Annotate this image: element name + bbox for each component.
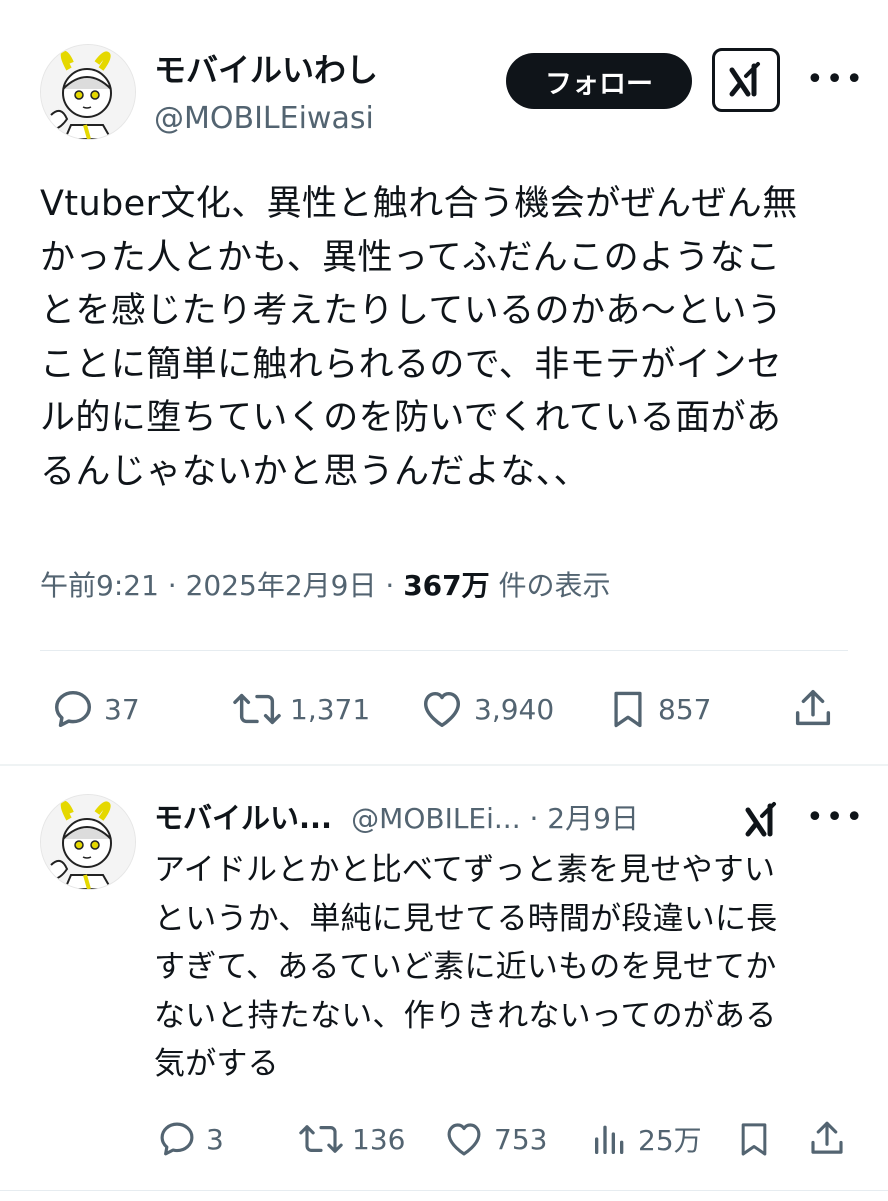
reply-reply-button[interactable]: 3	[156, 1118, 224, 1160]
reply-bookmark-button[interactable]	[734, 1118, 774, 1160]
reply-views-button[interactable]: 25万	[590, 1118, 702, 1160]
reply-like-button[interactable]: 753	[442, 1118, 547, 1160]
reply-reply-count: 3	[206, 1122, 224, 1156]
views-icon	[595, 1125, 624, 1154]
follow-button[interactable]: フォロー	[506, 53, 692, 109]
bookmark-count: 857	[658, 692, 712, 726]
divider	[40, 650, 848, 651]
meta-separator: ·	[158, 569, 186, 602]
share-icon	[811, 1121, 843, 1154]
author-avatar[interactable]	[40, 44, 136, 140]
avatar-illustration	[41, 795, 135, 889]
reply-text: アイドルとかと比べてずっと素を見せやすい というか、単純に見せてる時間が段違いに…	[154, 852, 778, 1082]
reply-grok-button[interactable]	[742, 800, 782, 844]
retweet-icon	[299, 1125, 343, 1153]
tweet-date[interactable]: 2025年2月9日	[186, 569, 377, 602]
reply-separator: ·	[520, 802, 548, 835]
bottom-divider	[0, 1190, 888, 1191]
reply-views-count: 25万	[638, 1124, 702, 1157]
bookmark-button[interactable]: 857	[606, 686, 711, 732]
grok-icon	[745, 802, 776, 837]
reply-header: モバイルい... @MOBILEi... · 2月9日	[154, 798, 639, 843]
reply-button[interactable]: 37	[50, 686, 140, 732]
author-handle[interactable]: @MOBILEiwasi	[154, 100, 374, 138]
tweet-meta: 午前9:21 · 2025年2月9日 · 367万 件の表示	[40, 566, 611, 606]
retweet-count: 1,371	[290, 692, 371, 726]
avatar-illustration	[41, 45, 135, 139]
share-button[interactable]	[790, 686, 836, 732]
reply-count: 37	[104, 692, 140, 726]
author-display-name[interactable]: モバイルいわし	[154, 50, 378, 90]
tweet-text: Vtuber文化、異性と触れ合う機会がぜんぜん無 かった人とかも、異性ってふだん…	[40, 184, 798, 492]
tweet-time[interactable]: 午前9:21	[40, 569, 159, 602]
reply-author-display-name[interactable]: モバイルい...	[154, 801, 332, 835]
reply-retweet-count: 136	[352, 1122, 406, 1156]
reply-more-icon[interactable]: •••	[806, 800, 865, 835]
reply-like-count: 753	[494, 1122, 548, 1156]
reply-author-handle[interactable]: @MOBILEi...	[351, 802, 520, 835]
retweet-icon	[233, 693, 281, 725]
heart-icon	[447, 1123, 481, 1156]
reply-date[interactable]: 2月9日	[547, 802, 639, 835]
reply-share-button[interactable]	[806, 1118, 848, 1160]
like-button[interactable]: 3,940	[418, 686, 554, 732]
reply-icon	[160, 1122, 194, 1156]
retweet-button[interactable]: 1,371	[232, 686, 370, 732]
more-icon[interactable]: •••	[806, 62, 865, 97]
reply-icon	[54, 690, 92, 728]
like-count: 3,940	[474, 692, 555, 726]
share-icon	[795, 690, 831, 726]
bookmark-icon	[741, 1123, 767, 1156]
reply-retweet-button[interactable]: 136	[298, 1118, 405, 1160]
section-divider	[0, 764, 888, 766]
meta-separator: ·	[376, 569, 404, 602]
reply-author-avatar[interactable]	[40, 794, 136, 890]
grok-button[interactable]	[712, 48, 780, 112]
heart-icon	[423, 691, 461, 728]
bookmark-icon	[614, 691, 642, 728]
grok-icon	[729, 62, 760, 97]
view-count[interactable]: 367万	[403, 569, 489, 602]
view-count-label: 件の表示	[489, 569, 611, 602]
